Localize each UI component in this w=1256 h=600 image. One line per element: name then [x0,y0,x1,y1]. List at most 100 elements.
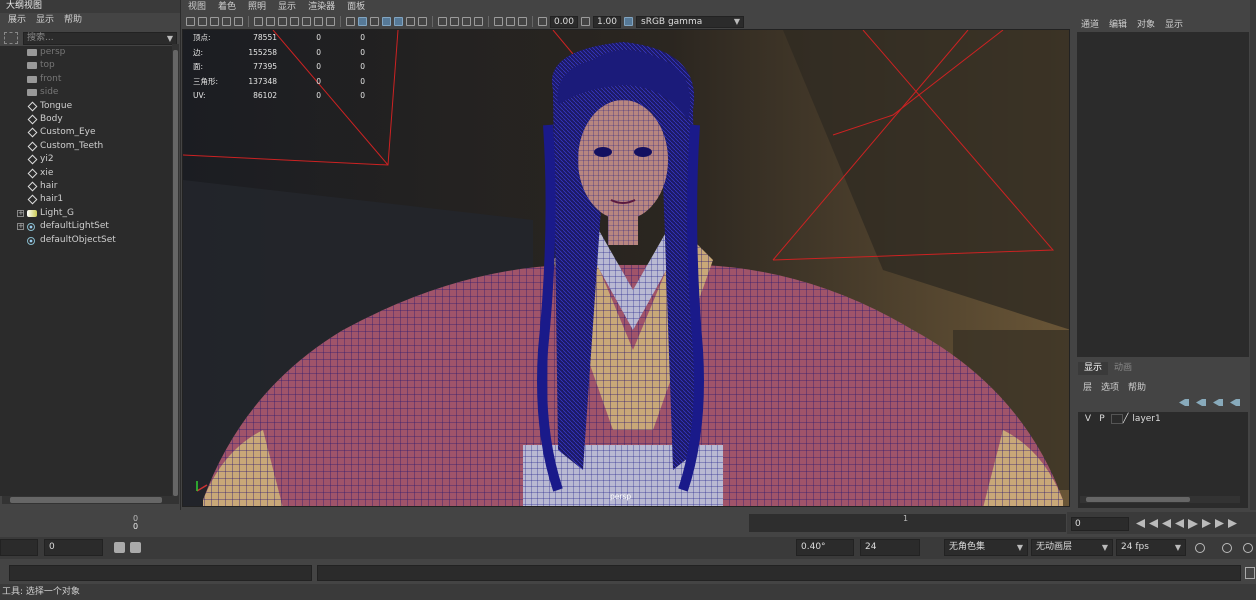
resolution-gate-icon[interactable] [278,17,287,26]
exposure-field[interactable]: 0.00 [550,15,578,28]
use-all-lights-icon[interactable] [406,17,415,26]
step-back-frame-icon[interactable] [1162,519,1171,528]
gate-mask-icon[interactable] [290,17,299,26]
outliner-menu-help[interactable]: 帮助 [64,13,82,27]
viewport-menu-renderer[interactable]: 渲染器 [308,0,335,14]
go-to-end-icon[interactable] [1228,519,1237,528]
mel-command-input[interactable] [9,565,312,581]
expand-icon[interactable]: + [17,209,24,217]
bookmark-icon[interactable] [210,17,219,26]
anim-layer-dropdown[interactable]: 无动画层 ▼ [1031,539,1113,556]
new-layer-from-selection-icon[interactable] [1230,399,1240,406]
range-slider-handle-right[interactable] [130,542,141,553]
playback-end-field[interactable]: 0.40° [796,539,854,556]
layer-row[interactable]: V P ╱ layer1 [1078,412,1248,426]
gamma-icon[interactable] [581,17,590,26]
viewport-menu-shading[interactable]: 着色 [218,0,236,14]
xray-joints-icon[interactable] [518,17,527,26]
step-back-key-icon[interactable] [1149,519,1158,528]
anti-aliasing-icon[interactable] [462,17,471,26]
textured-icon[interactable] [394,17,403,26]
layer-horizontal-scrollbar[interactable] [1080,496,1240,503]
camera-attributes-icon[interactable] [198,17,207,26]
play-forwards-icon[interactable] [1188,519,1198,529]
scroll-thumb[interactable] [10,497,162,503]
end-time-field[interactable]: 24 [860,539,920,556]
play-backwards-icon[interactable] [1175,519,1184,528]
screen-space-ao-icon[interactable] [438,17,447,26]
step-forward-key-icon[interactable] [1215,519,1224,528]
outliner-vertical-scrollbar[interactable] [172,44,179,504]
chevron-down-icon[interactable]: ▼ [1017,540,1023,555]
viewport-menu-lighting[interactable]: 照明 [248,0,266,14]
color-management-icon[interactable] [624,17,633,26]
outliner-menu-show[interactable]: 展示 [8,13,26,27]
motion-blur-icon[interactable] [450,17,459,26]
chevron-down-icon[interactable]: ▼ [734,17,740,27]
safe-action-icon[interactable] [314,17,323,26]
outliner-search-input[interactable]: 搜索... ▼ [23,31,177,45]
move-layer-up-icon[interactable] [1179,399,1189,406]
xray-icon[interactable] [506,17,515,26]
outliner-horizontal-scrollbar[interactable] [2,496,172,504]
script-editor-icon[interactable] [1245,567,1255,579]
viewport-3d[interactable]: 顶点: 78551 0 0 边: 155258 0 0 面: 77395 0 0 三角形: 137348 0… [182,29,1070,507]
viewport-menu-view[interactable]: 视图 [188,0,206,14]
time-slider-track[interactable]: 0 0 1 [0,512,1067,534]
depth-of-field-icon[interactable] [474,17,483,26]
move-layer-down-icon[interactable] [1196,399,1206,406]
select-camera-icon[interactable] [186,17,195,26]
grease-pencil-icon[interactable] [234,17,243,26]
chevron-down-icon[interactable]: ▼ [1175,540,1181,555]
layer-playback-toggle[interactable]: P [1095,414,1109,424]
layer-color-swatch[interactable] [1111,414,1123,424]
viewport-menu-panels[interactable]: 面板 [347,0,365,14]
new-layer-icon[interactable] [1213,399,1223,406]
animation-prefs-icon[interactable] [1243,543,1253,553]
view-transform-dropdown[interactable]: sRGB gamma ▼ [636,15,744,28]
grid-icon[interactable] [254,17,263,26]
layer-menu-layers[interactable]: 层 [1083,380,1092,393]
isolate-select-icon[interactable] [494,17,503,26]
layer-name[interactable]: layer1 [1132,414,1160,424]
channel-box-menu-show[interactable]: 显示 [1165,17,1183,30]
current-frame-field[interactable]: 0 [1071,517,1129,531]
channel-box-menu-channels[interactable]: 通道 [1081,17,1099,30]
film-gate-icon[interactable] [266,17,275,26]
scroll-thumb[interactable] [173,50,178,496]
attribute-editor-tab-strip[interactable] [1250,0,1256,510]
tab-animation[interactable]: 动画 [1108,362,1138,375]
start-time-field[interactable] [0,539,38,556]
smooth-shade-icon[interactable] [358,17,367,26]
image-plane-icon[interactable] [222,17,231,26]
outliner-filter-icon[interactable] [4,32,18,44]
outliner-menu-display[interactable]: 显示 [36,13,54,27]
wireframe-icon[interactable] [346,17,355,26]
field-chart-icon[interactable] [302,17,311,26]
channel-box-area[interactable] [1077,32,1249,357]
auto-key-icon[interactable] [1222,543,1232,553]
character-set-dropdown[interactable]: 无角色集 ▼ [944,539,1028,556]
go-to-start-icon[interactable] [1136,519,1145,528]
wireframe-on-shaded-icon[interactable] [382,17,391,26]
layer-menu-options[interactable]: 选项 [1101,380,1119,393]
safe-title-icon[interactable] [326,17,335,26]
exposure-icon[interactable] [538,17,547,26]
gamma-field[interactable]: 1.00 [593,15,621,28]
scroll-thumb[interactable] [1086,497,1190,502]
channel-box-menu-object[interactable]: 对象 [1137,17,1155,30]
expand-icon[interactable]: + [17,223,24,231]
layer-visibility-toggle[interactable]: V [1081,414,1095,424]
shadows-icon[interactable] [418,17,427,26]
loop-icon[interactable] [1195,543,1205,553]
tab-display[interactable]: 显示 [1078,362,1109,375]
step-forward-frame-icon[interactable] [1202,519,1211,528]
chevron-down-icon[interactable]: ▼ [1102,540,1108,555]
playback-start-field[interactable]: 0 [44,539,103,556]
range-slider-handle-left[interactable] [114,542,125,553]
time-range-region[interactable]: 1 [749,514,1066,532]
default-material-icon[interactable] [370,17,379,26]
fps-dropdown[interactable]: 24 fps ▼ [1116,539,1186,556]
channel-box-menu-edit[interactable]: 编辑 [1109,17,1127,30]
layer-menu-help[interactable]: 帮助 [1128,380,1146,393]
